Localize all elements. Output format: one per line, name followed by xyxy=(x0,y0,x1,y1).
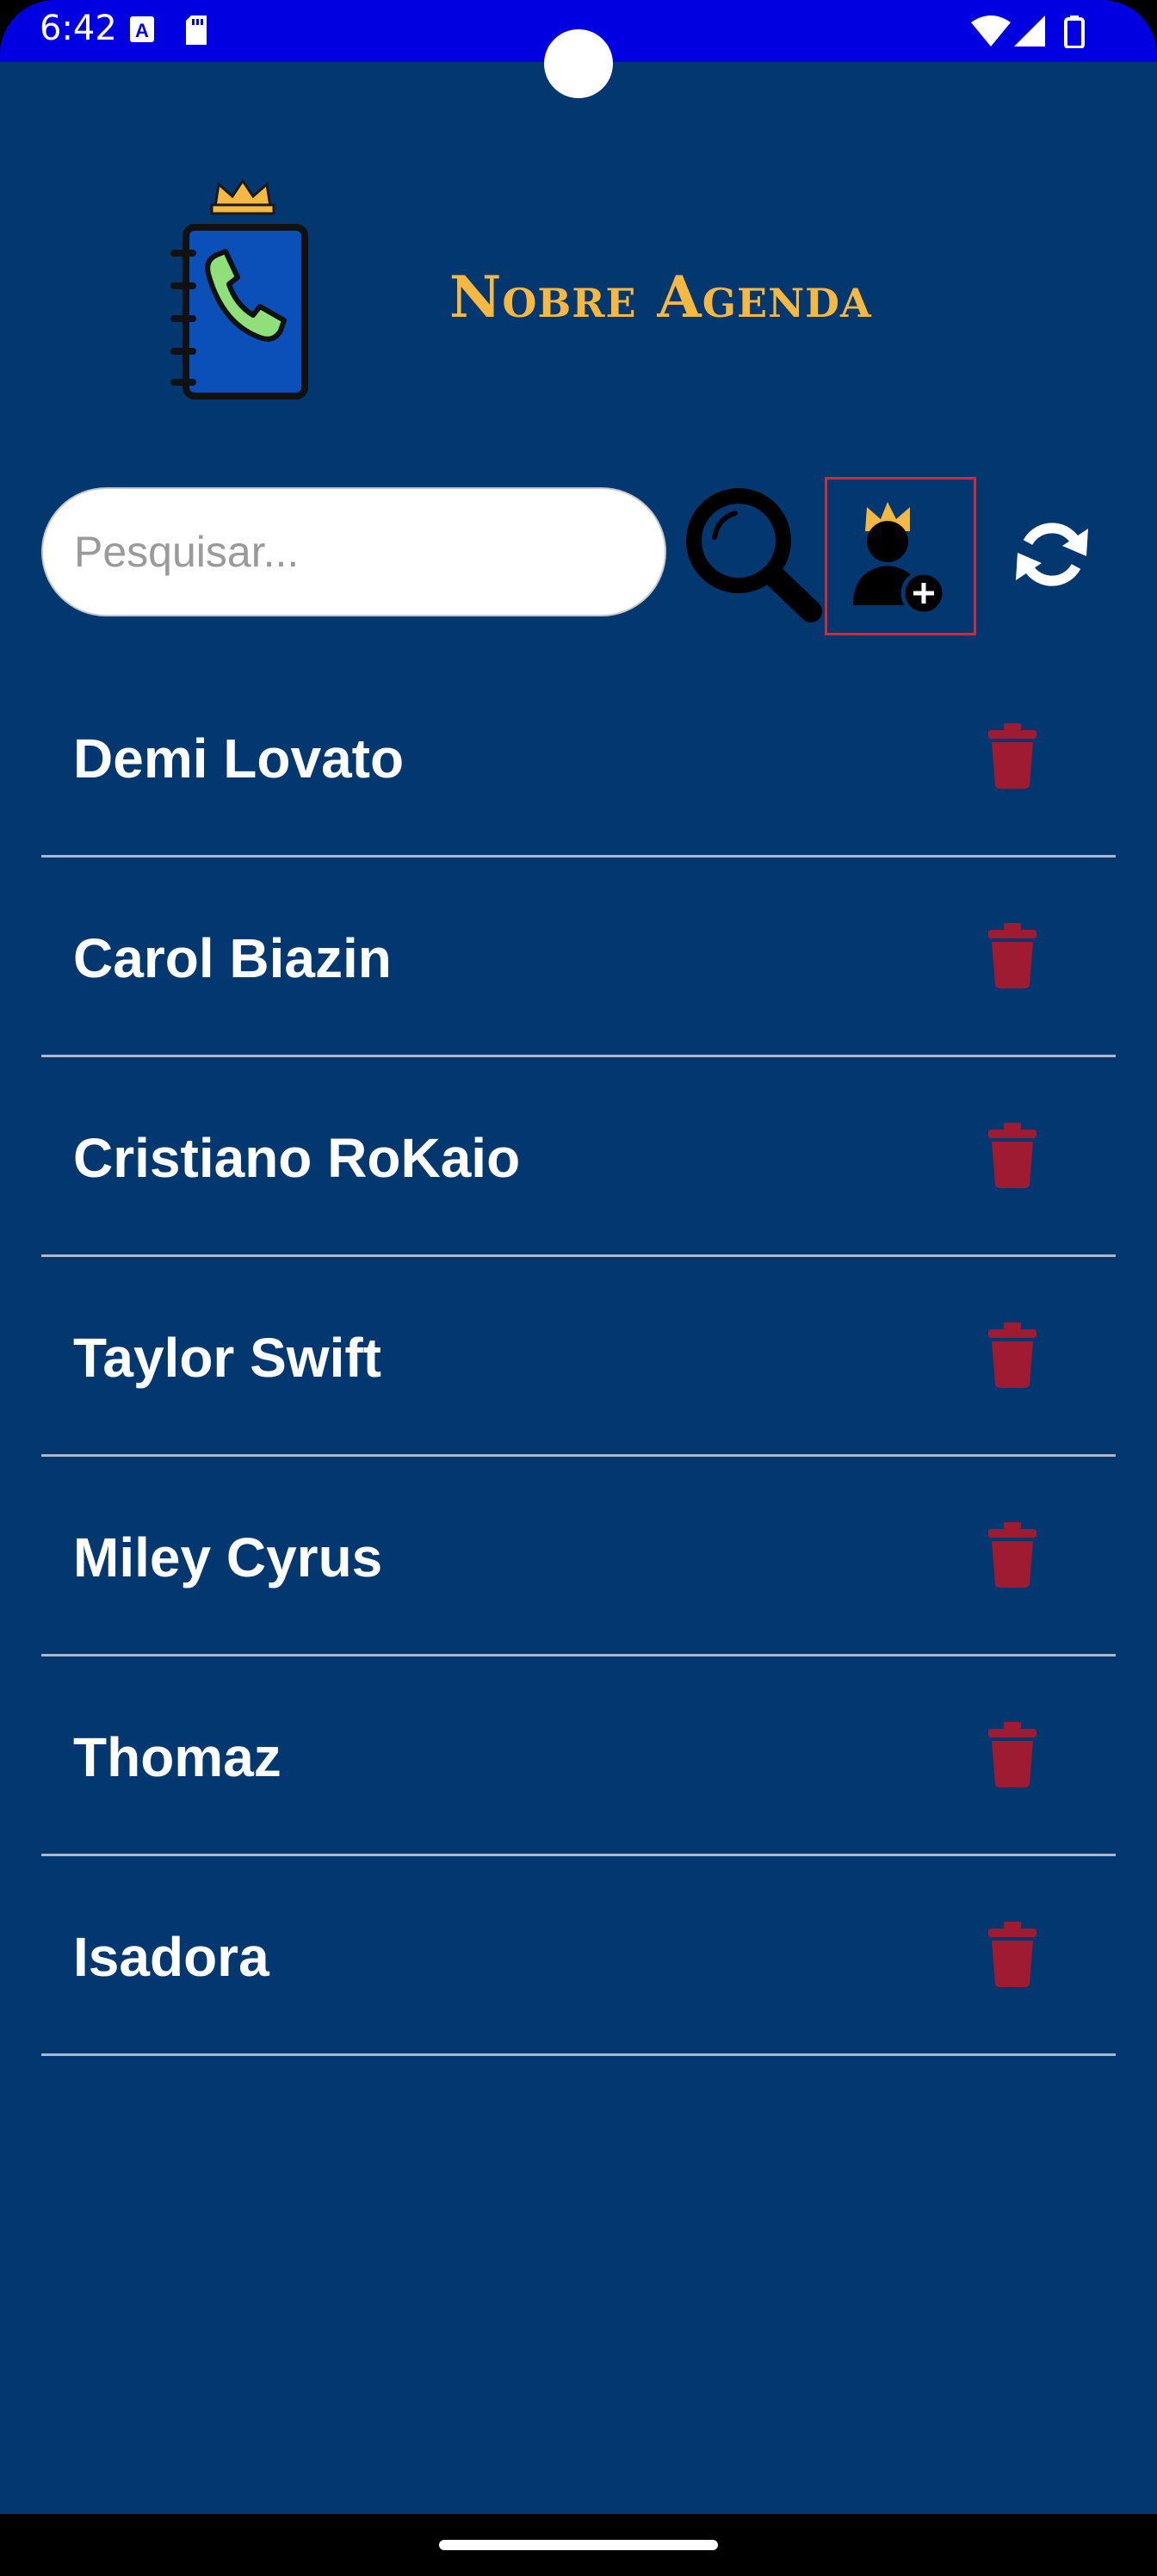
phonebook-crown-icon xyxy=(170,178,308,399)
search-icon[interactable] xyxy=(680,484,826,625)
contact-list: Demi Lovato Carol Biazin Cristiano RoKai… xyxy=(41,658,1116,2056)
app-screen: 6:42 A Nobre Agenda Pesquisar... Demi Lo… xyxy=(0,0,1157,2576)
contact-row[interactable]: Cristiano RoKaio xyxy=(41,1057,1116,1257)
status-time: 6:42 xyxy=(40,9,117,48)
trash-icon[interactable] xyxy=(987,1722,1038,1787)
contact-name: Demi Lovato xyxy=(73,728,405,790)
battery-icon xyxy=(1064,15,1085,48)
contact-name: Taylor Swift xyxy=(73,1327,381,1389)
trash-icon[interactable] xyxy=(987,1522,1038,1588)
navigation-bar xyxy=(0,2514,1157,2576)
a-notification-icon: A xyxy=(130,16,154,42)
sd-card-icon xyxy=(186,15,207,45)
camera-cutout xyxy=(544,29,613,98)
wifi-icon xyxy=(971,15,1011,46)
refresh-icon[interactable] xyxy=(1014,517,1090,592)
add-contact-button[interactable] xyxy=(825,477,976,635)
app-title: Nobre Agenda xyxy=(449,263,872,331)
trash-icon[interactable] xyxy=(987,1922,1038,1987)
trash-icon[interactable] xyxy=(987,1123,1038,1188)
trash-icon[interactable] xyxy=(987,1322,1038,1388)
contact-row[interactable]: Taylor Swift xyxy=(41,1257,1116,1457)
contact-name: Carol Biazin xyxy=(73,927,392,989)
search-input[interactable] xyxy=(41,487,666,616)
contact-name: Miley Cyrus xyxy=(73,1526,383,1588)
contact-name: Thomaz xyxy=(73,1726,282,1788)
contact-row[interactable]: Thomaz xyxy=(41,1656,1116,1856)
signal-icon xyxy=(1014,15,1045,46)
add-contact-crown-icon xyxy=(853,502,947,616)
home-gesture-handle[interactable] xyxy=(439,2540,718,2550)
svg-text:A: A xyxy=(135,20,149,41)
trash-icon[interactable] xyxy=(987,723,1038,789)
contact-name: Isadora xyxy=(73,1926,269,1988)
contact-row[interactable]: Carol Biazin xyxy=(41,858,1116,1057)
trash-icon[interactable] xyxy=(987,923,1038,988)
contact-row[interactable]: Miley Cyrus xyxy=(41,1457,1116,1656)
contact-row[interactable]: Demi Lovato xyxy=(41,658,1116,858)
contact-name: Cristiano RoKaio xyxy=(73,1127,521,1189)
contact-row[interactable]: Isadora xyxy=(41,1856,1116,2056)
